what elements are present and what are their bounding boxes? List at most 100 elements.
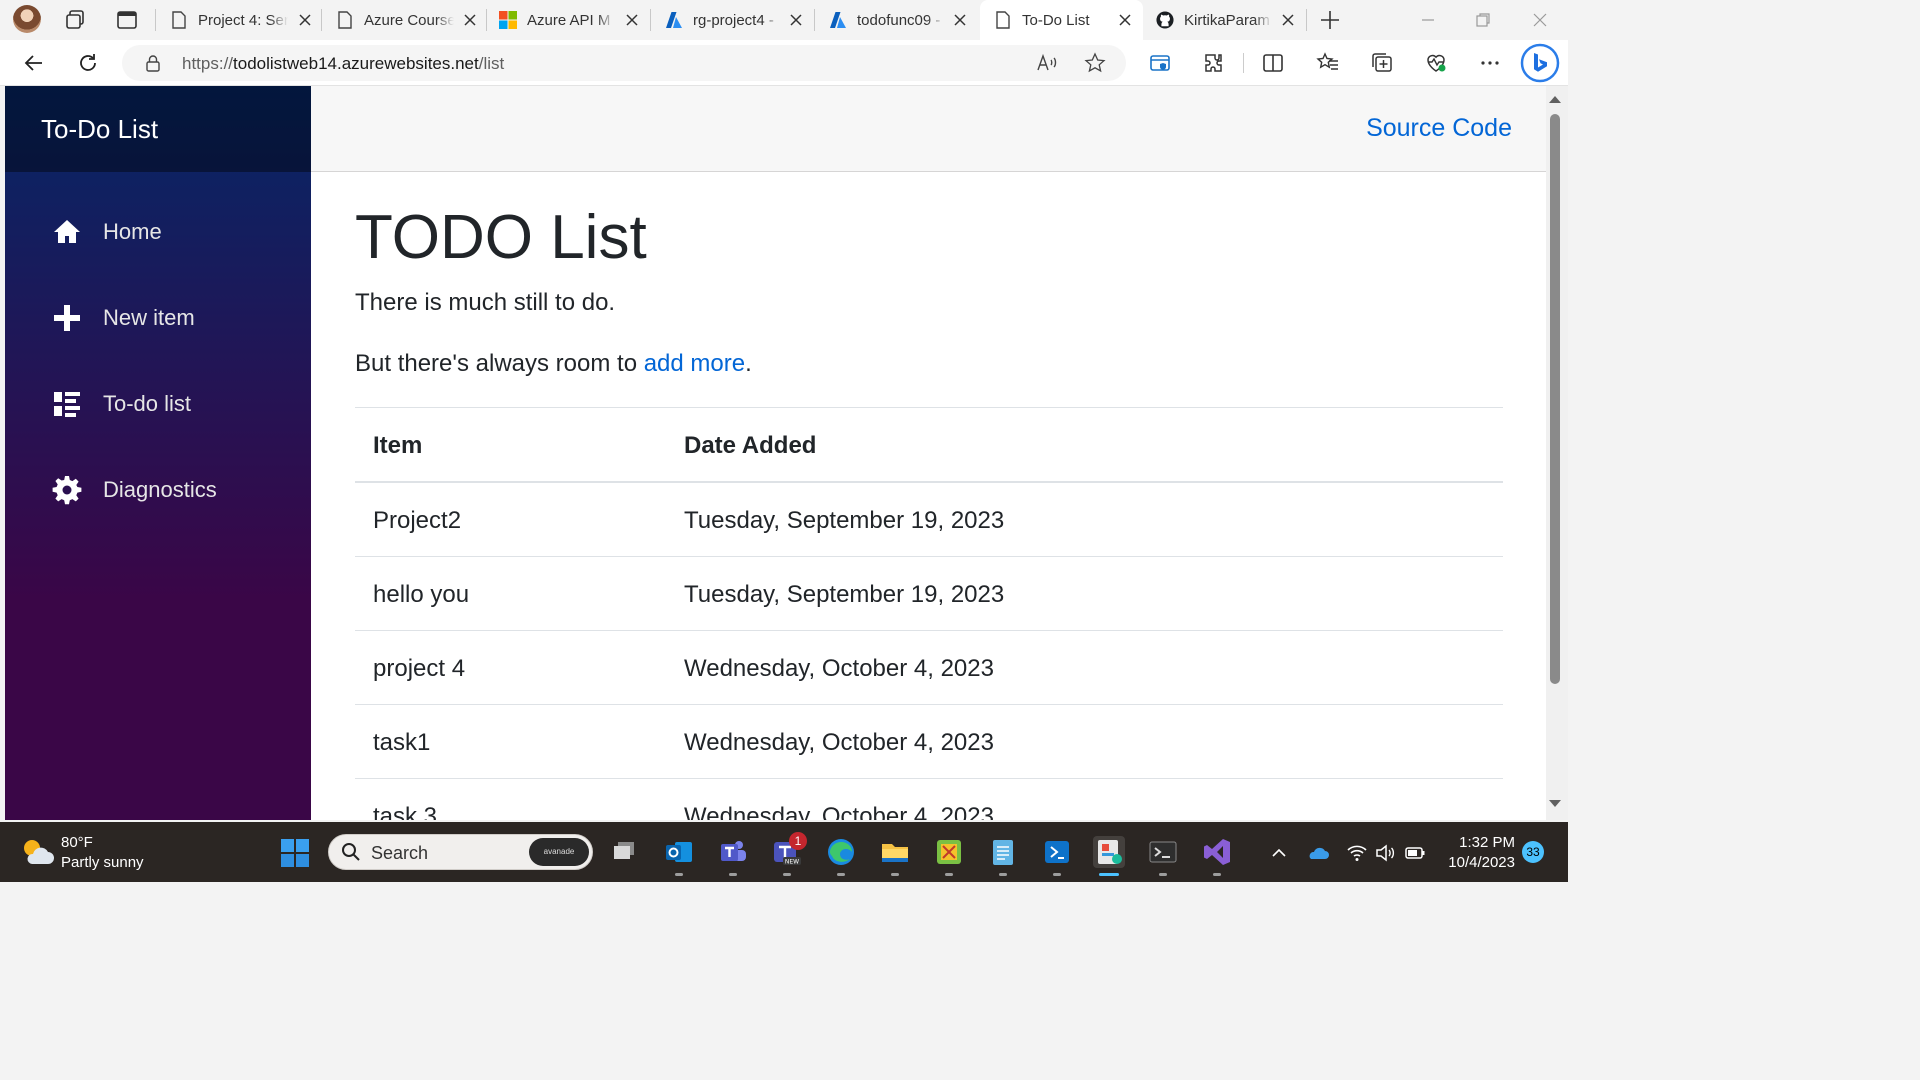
scroll-down-arrow-icon[interactable] (1549, 800, 1561, 807)
tab-label: rg-project4 - (693, 11, 774, 29)
running-indicator (1159, 873, 1167, 876)
tab-separator (486, 9, 487, 31)
minimize-icon[interactable] (1418, 10, 1438, 30)
sidebar: To-Do List Home New item To-do list Diag… (5, 86, 311, 820)
running-indicator (729, 873, 737, 876)
scroll-up-arrow-icon[interactable] (1549, 96, 1561, 103)
running-indicator (1053, 873, 1061, 876)
tab-rg-project4[interactable]: rg-project4 - (665, 6, 804, 34)
chevron-up-icon[interactable] (1268, 842, 1290, 864)
sidebar-item-home[interactable]: Home (5, 202, 311, 262)
close-window-icon[interactable] (1530, 10, 1550, 30)
close-tab-icon[interactable] (788, 12, 804, 28)
workspaces-icon[interactable] (64, 8, 88, 32)
read-aloud-icon[interactable] (1036, 53, 1058, 73)
date-cell: Wednesday, October 4, 2023 (684, 729, 994, 756)
sidebar-item-diagnostics[interactable]: Diagnostics (5, 460, 311, 520)
favorite-star-icon[interactable] (1084, 52, 1106, 74)
tab-github[interactable]: KirtikaParam (1156, 6, 1296, 34)
date-cell: Tuesday, September 19, 2023 (684, 581, 1005, 608)
browser-performance-icon[interactable] (1424, 51, 1448, 75)
partly-sunny-icon[interactable] (20, 836, 54, 866)
toolbar-separator (1243, 53, 1244, 73)
clock-date[interactable]: 10/4/2023 (1446, 854, 1515, 871)
volume-icon[interactable] (1374, 842, 1396, 864)
bing-copilot-icon[interactable] (1520, 43, 1560, 83)
close-tab-icon[interactable] (624, 12, 640, 28)
todo-table: Item Date Added Project2 Tuesday, Septemb… (355, 407, 1503, 853)
close-tab-icon[interactable] (297, 12, 313, 28)
github-icon (1156, 11, 1174, 29)
wifi-icon[interactable] (1346, 842, 1368, 864)
add-more-link[interactable]: add more (644, 350, 745, 377)
terminal-icon[interactable] (1147, 836, 1179, 868)
extensions-icon[interactable] (1202, 51, 1226, 75)
brand-title[interactable]: To-Do List (5, 86, 311, 172)
home-icon (54, 220, 80, 243)
profile-avatar[interactable] (13, 5, 41, 33)
onedrive-icon[interactable] (1307, 842, 1329, 864)
notification-count-badge[interactable]: 33 (1522, 841, 1544, 863)
refresh-icon[interactable] (76, 51, 100, 75)
vertical-scrollbar[interactable] (1546, 86, 1568, 820)
close-tab-icon[interactable] (462, 12, 478, 28)
edge-icon[interactable] (825, 836, 857, 868)
tab-azure-api[interactable]: Azure API M (499, 6, 640, 34)
file-explorer-icon[interactable] (879, 836, 911, 868)
page-icon (994, 11, 1012, 29)
top-row: Source Code (311, 86, 1546, 172)
teams-notification-badge: 1 (789, 832, 807, 850)
running-indicator (891, 873, 899, 876)
more-menu-icon[interactable] (1478, 51, 1502, 75)
tab-todofunc09[interactable]: todofunc09 - (829, 6, 968, 34)
add-more-prefix: But there's always room to (355, 350, 644, 377)
microsoft-logo-icon (499, 11, 517, 29)
tab-label: Project 4: Ser (198, 11, 288, 29)
sidebar-item-todo-list[interactable]: To-do list (5, 374, 311, 434)
sidebar-item-label: New item (103, 305, 195, 330)
favorites-icon[interactable] (1316, 51, 1340, 75)
sidebar-item-label: To-do list (103, 391, 192, 416)
restore-icon[interactable] (1473, 10, 1493, 30)
plus-icon (54, 305, 80, 331)
vertical-tabs-icon[interactable] (115, 8, 139, 32)
task-view-icon[interactable] (609, 836, 641, 868)
back-icon[interactable] (22, 51, 46, 75)
snipping-tool-icon[interactable] (933, 836, 965, 868)
close-tab-icon[interactable] (1280, 12, 1296, 28)
browser-essentials-icon[interactable] (1148, 51, 1172, 75)
battery-icon[interactable] (1404, 842, 1426, 864)
taskbar-search[interactable]: Search avanade (328, 834, 593, 870)
close-tab-icon[interactable] (952, 12, 968, 28)
close-tab-icon[interactable] (1117, 12, 1133, 28)
add-more-suffix: . (745, 350, 752, 377)
search-icon (342, 843, 360, 861)
paint-app-icon[interactable] (1093, 836, 1125, 868)
teams-icon[interactable] (717, 836, 749, 868)
clock-time[interactable]: 1:32 PM (1446, 834, 1515, 851)
scrollbar-thumb[interactable] (1550, 114, 1560, 684)
windows-start-icon[interactable] (281, 839, 309, 867)
tab-todo-list[interactable]: To-Do List (994, 6, 1133, 34)
address-bar[interactable]: https://todolistweb14.azurewebsites.net/… (122, 45, 1126, 81)
visual-studio-icon[interactable] (1201, 836, 1233, 868)
remote-desktop-icon[interactable] (1041, 836, 1073, 868)
weather-temperature: 80°F (61, 834, 93, 851)
lock-icon[interactable] (144, 54, 162, 72)
outlook-icon[interactable] (663, 836, 695, 868)
sidebar-item-new-item[interactable]: New item (5, 288, 311, 348)
teams-new-icon[interactable]: NEW 1 (771, 832, 807, 868)
notepad-icon[interactable] (987, 836, 1019, 868)
split-screen-icon[interactable] (1261, 51, 1285, 75)
collections-icon[interactable] (1370, 51, 1394, 75)
table-row: hello you Tuesday, September 19, 2023 (355, 557, 1503, 631)
tab-azure-course[interactable]: Azure Course (336, 6, 478, 34)
svg-text:NEW: NEW (785, 859, 799, 866)
source-code-link[interactable]: Source Code (1366, 114, 1512, 143)
new-tab-icon[interactable] (1318, 8, 1342, 32)
browser-tab-strip: Project 4: Ser Azure Course Azure API M … (0, 0, 1568, 40)
table-header: Item Date Added (355, 408, 1503, 483)
tab-project4[interactable]: Project 4: Ser (170, 6, 313, 34)
running-indicator (1213, 873, 1221, 876)
gear-icon (52, 476, 82, 505)
